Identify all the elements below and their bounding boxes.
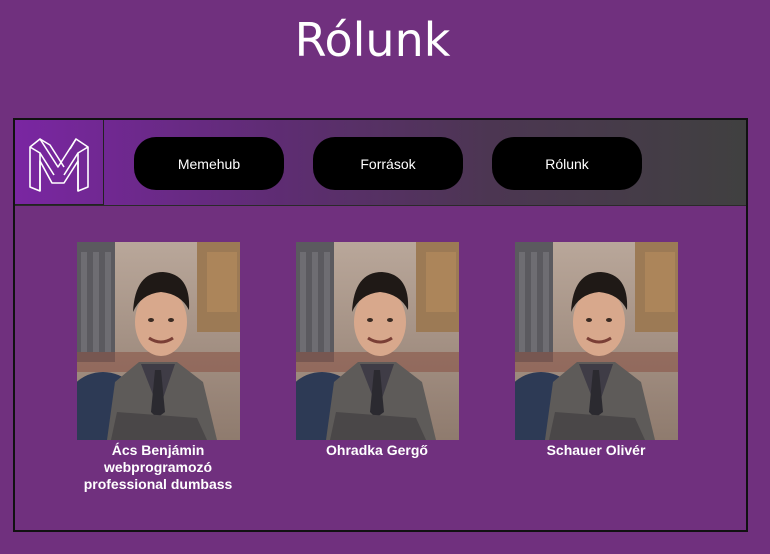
member-photo: [514, 242, 678, 440]
nav-button-forrasok[interactable]: Források: [313, 137, 463, 190]
logo[interactable]: [15, 120, 104, 205]
member-photo: [295, 242, 459, 440]
content-frame: Memehub Források Rólunk Ács Benjámin web…: [13, 118, 748, 532]
member-role: webprogramozó: [103, 459, 213, 475]
nav-button-label: Források: [360, 155, 416, 172]
page-title: Rólunk: [294, 13, 451, 67]
member-name: Ohradka Gergő: [326, 442, 428, 458]
navbar: Memehub Források Rólunk: [15, 120, 746, 206]
member-tagline: professional dumbass: [83, 476, 233, 492]
team-card: Ács Benjámin webprogramozó professional …: [63, 242, 253, 493]
member-name: Schauer Olivér: [546, 442, 646, 458]
nav-button-label: Memehub: [177, 155, 241, 172]
member-photo: [76, 242, 240, 440]
nav-button-rolunk[interactable]: Rólunk: [492, 137, 642, 190]
nav-button-memehub[interactable]: Memehub: [134, 137, 284, 190]
team-card: Schauer Olivér: [501, 242, 691, 459]
memehub-m-logo-icon: [29, 138, 89, 192]
nav-button-label: Rólunk: [545, 155, 589, 172]
member-name: Ács Benjámin: [111, 442, 205, 458]
team-card: Ohradka Gergő: [282, 242, 472, 459]
